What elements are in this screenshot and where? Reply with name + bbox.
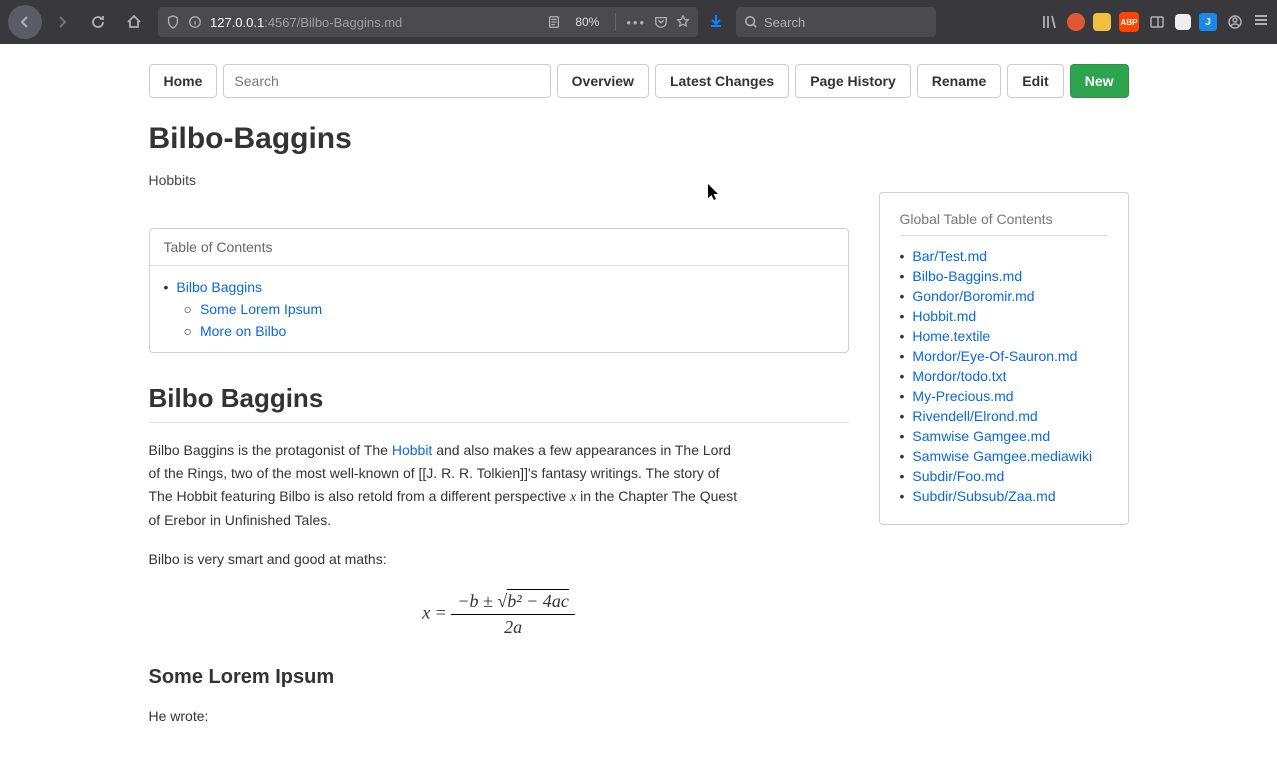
gtoc-link[interactable]: Subdir/Subsub/Zaa.md xyxy=(912,488,1055,504)
toc-link[interactable]: Bilbo Baggins xyxy=(176,279,262,295)
home-button[interactable] xyxy=(118,6,150,38)
browser-toolbar: 127.0.0.1:4567/Bilbo-Baggins.md 80% ••• … xyxy=(0,0,1277,44)
url-bar[interactable]: 127.0.0.1:4567/Bilbo-Baggins.md 80% ••• xyxy=(158,7,698,37)
arrow-right-icon xyxy=(54,14,70,30)
toc-link[interactable]: Some Lorem Ipsum xyxy=(200,301,322,317)
account-icon[interactable] xyxy=(1225,12,1245,32)
wiki-toolbar: Home Overview Latest Changes Page Histor… xyxy=(149,64,1129,98)
library-icon[interactable] xyxy=(1039,12,1059,32)
extension-icons: ABP J xyxy=(1039,12,1245,32)
gtoc-item: Samwise Gamgee.mediawiki xyxy=(900,446,1108,466)
gtoc-item: My-Precious.md xyxy=(900,386,1108,406)
home-button[interactable]: Home xyxy=(149,64,218,98)
hamburger-menu-icon[interactable] xyxy=(1253,12,1269,33)
search-placeholder: Search xyxy=(764,15,805,30)
gtoc-link[interactable]: My-Precious.md xyxy=(912,388,1013,404)
browser-search-bar[interactable]: Search xyxy=(736,7,936,37)
zoom-level[interactable]: 80% xyxy=(569,13,605,31)
gtoc-link[interactable]: Mordor/Eye-Of-Sauron.md xyxy=(912,348,1077,364)
shield-icon xyxy=(166,15,180,29)
extension-icon-1[interactable] xyxy=(1093,13,1111,31)
table-of-contents: Table of Contents Bilbo Baggins Some Lore… xyxy=(149,228,849,353)
latest-changes-button[interactable]: Latest Changes xyxy=(655,64,789,98)
url-text: 127.0.0.1:4567/Bilbo-Baggins.md xyxy=(210,15,539,30)
gtoc-item: Home.textile xyxy=(900,326,1108,346)
gtoc-link[interactable]: Subdir/Foo.md xyxy=(912,468,1004,484)
toc-title: Table of Contents xyxy=(150,229,848,266)
body-paragraph: Bilbo Baggins is the protagonist of The … xyxy=(149,439,739,532)
toc-item: Some Lorem Ipsum xyxy=(164,298,834,320)
reader-icon[interactable] xyxy=(547,15,561,29)
section-heading: Some Lorem Ipsum xyxy=(149,666,849,689)
page-history-button[interactable]: Page History xyxy=(795,64,911,98)
more-actions-icon[interactable]: ••• xyxy=(626,15,646,30)
gtoc-item: Samwise Gamgee.md xyxy=(900,426,1108,446)
gtoc-item: Rivendell/Elrond.md xyxy=(900,406,1108,426)
body-paragraph: Bilbo is very smart and good at maths: xyxy=(149,548,849,571)
toc-item: Bilbo Baggins xyxy=(164,276,834,298)
arrow-left-icon xyxy=(17,14,33,30)
overview-button[interactable]: Overview xyxy=(557,64,649,98)
gtoc-item: Bar/Test.md xyxy=(900,246,1108,266)
global-toc: Global Table of Contents Bar/Test.md Bilb… xyxy=(879,192,1129,525)
main-content: Hobbits Table of Contents Bilbo Baggins S… xyxy=(149,172,849,745)
info-icon[interactable] xyxy=(188,15,202,29)
duckduckgo-icon[interactable] xyxy=(1067,13,1085,31)
body-paragraph: He wrote: xyxy=(149,705,849,728)
gtoc-item: Mordor/todo.txt xyxy=(900,366,1108,386)
gtoc-item: Hobbit.md xyxy=(900,306,1108,326)
global-toc-title: Global Table of Contents xyxy=(900,211,1108,236)
hobbit-link[interactable]: Hobbit xyxy=(392,442,432,458)
sidebar-icon[interactable] xyxy=(1147,12,1167,32)
gtoc-link[interactable]: Home.textile xyxy=(912,328,990,344)
bookmark-star-icon[interactable] xyxy=(676,15,690,29)
gtoc-link[interactable]: Samwise Gamgee.mediawiki xyxy=(912,448,1092,464)
gtoc-item: Subdir/Subsub/Zaa.md xyxy=(900,486,1108,506)
reload-icon xyxy=(90,14,106,30)
toc-item: More on Bilbo xyxy=(164,320,834,342)
wiki-search-input[interactable] xyxy=(223,64,550,98)
math-formula: x = −b ± √b² − 4ac 2a xyxy=(149,591,849,638)
gtoc-item: Bilbo-Baggins.md xyxy=(900,266,1108,286)
extension-icon-3[interactable]: J xyxy=(1199,13,1217,31)
gtoc-item: Mordor/Eye-Of-Sauron.md xyxy=(900,346,1108,366)
reload-button[interactable] xyxy=(82,6,114,38)
extension-icon-2[interactable] xyxy=(1175,14,1191,30)
page-title: Bilbo-Baggins xyxy=(149,122,1129,156)
section-heading: Bilbo Baggins xyxy=(149,383,849,423)
gtoc-link[interactable]: Bar/Test.md xyxy=(912,248,987,264)
sidebar: Global Table of Contents Bar/Test.md Bilb… xyxy=(879,172,1129,745)
gtoc-link[interactable]: Samwise Gamgee.md xyxy=(912,428,1050,444)
pocket-icon[interactable] xyxy=(654,15,668,29)
tagline: Hobbits xyxy=(149,172,849,188)
toc-link[interactable]: More on Bilbo xyxy=(200,323,286,339)
edit-button[interactable]: Edit xyxy=(1007,64,1063,98)
gtoc-link[interactable]: Rivendell/Elrond.md xyxy=(912,408,1037,424)
adblock-icon[interactable]: ABP xyxy=(1119,12,1139,32)
search-icon xyxy=(744,15,758,29)
back-button[interactable] xyxy=(8,5,42,39)
rename-button[interactable]: Rename xyxy=(917,64,1001,98)
gtoc-link[interactable]: Mordor/todo.txt xyxy=(912,368,1006,384)
forward-button[interactable] xyxy=(46,6,78,38)
download-icon[interactable] xyxy=(708,13,724,32)
gtoc-item: Gondor/Boromir.md xyxy=(900,286,1108,306)
home-icon xyxy=(126,14,142,30)
gtoc-item: Subdir/Foo.md xyxy=(900,466,1108,486)
new-button[interactable]: New xyxy=(1070,64,1129,98)
gtoc-link[interactable]: Bilbo-Baggins.md xyxy=(912,268,1022,284)
gtoc-link[interactable]: Gondor/Boromir.md xyxy=(912,288,1034,304)
gtoc-link[interactable]: Hobbit.md xyxy=(912,308,976,324)
